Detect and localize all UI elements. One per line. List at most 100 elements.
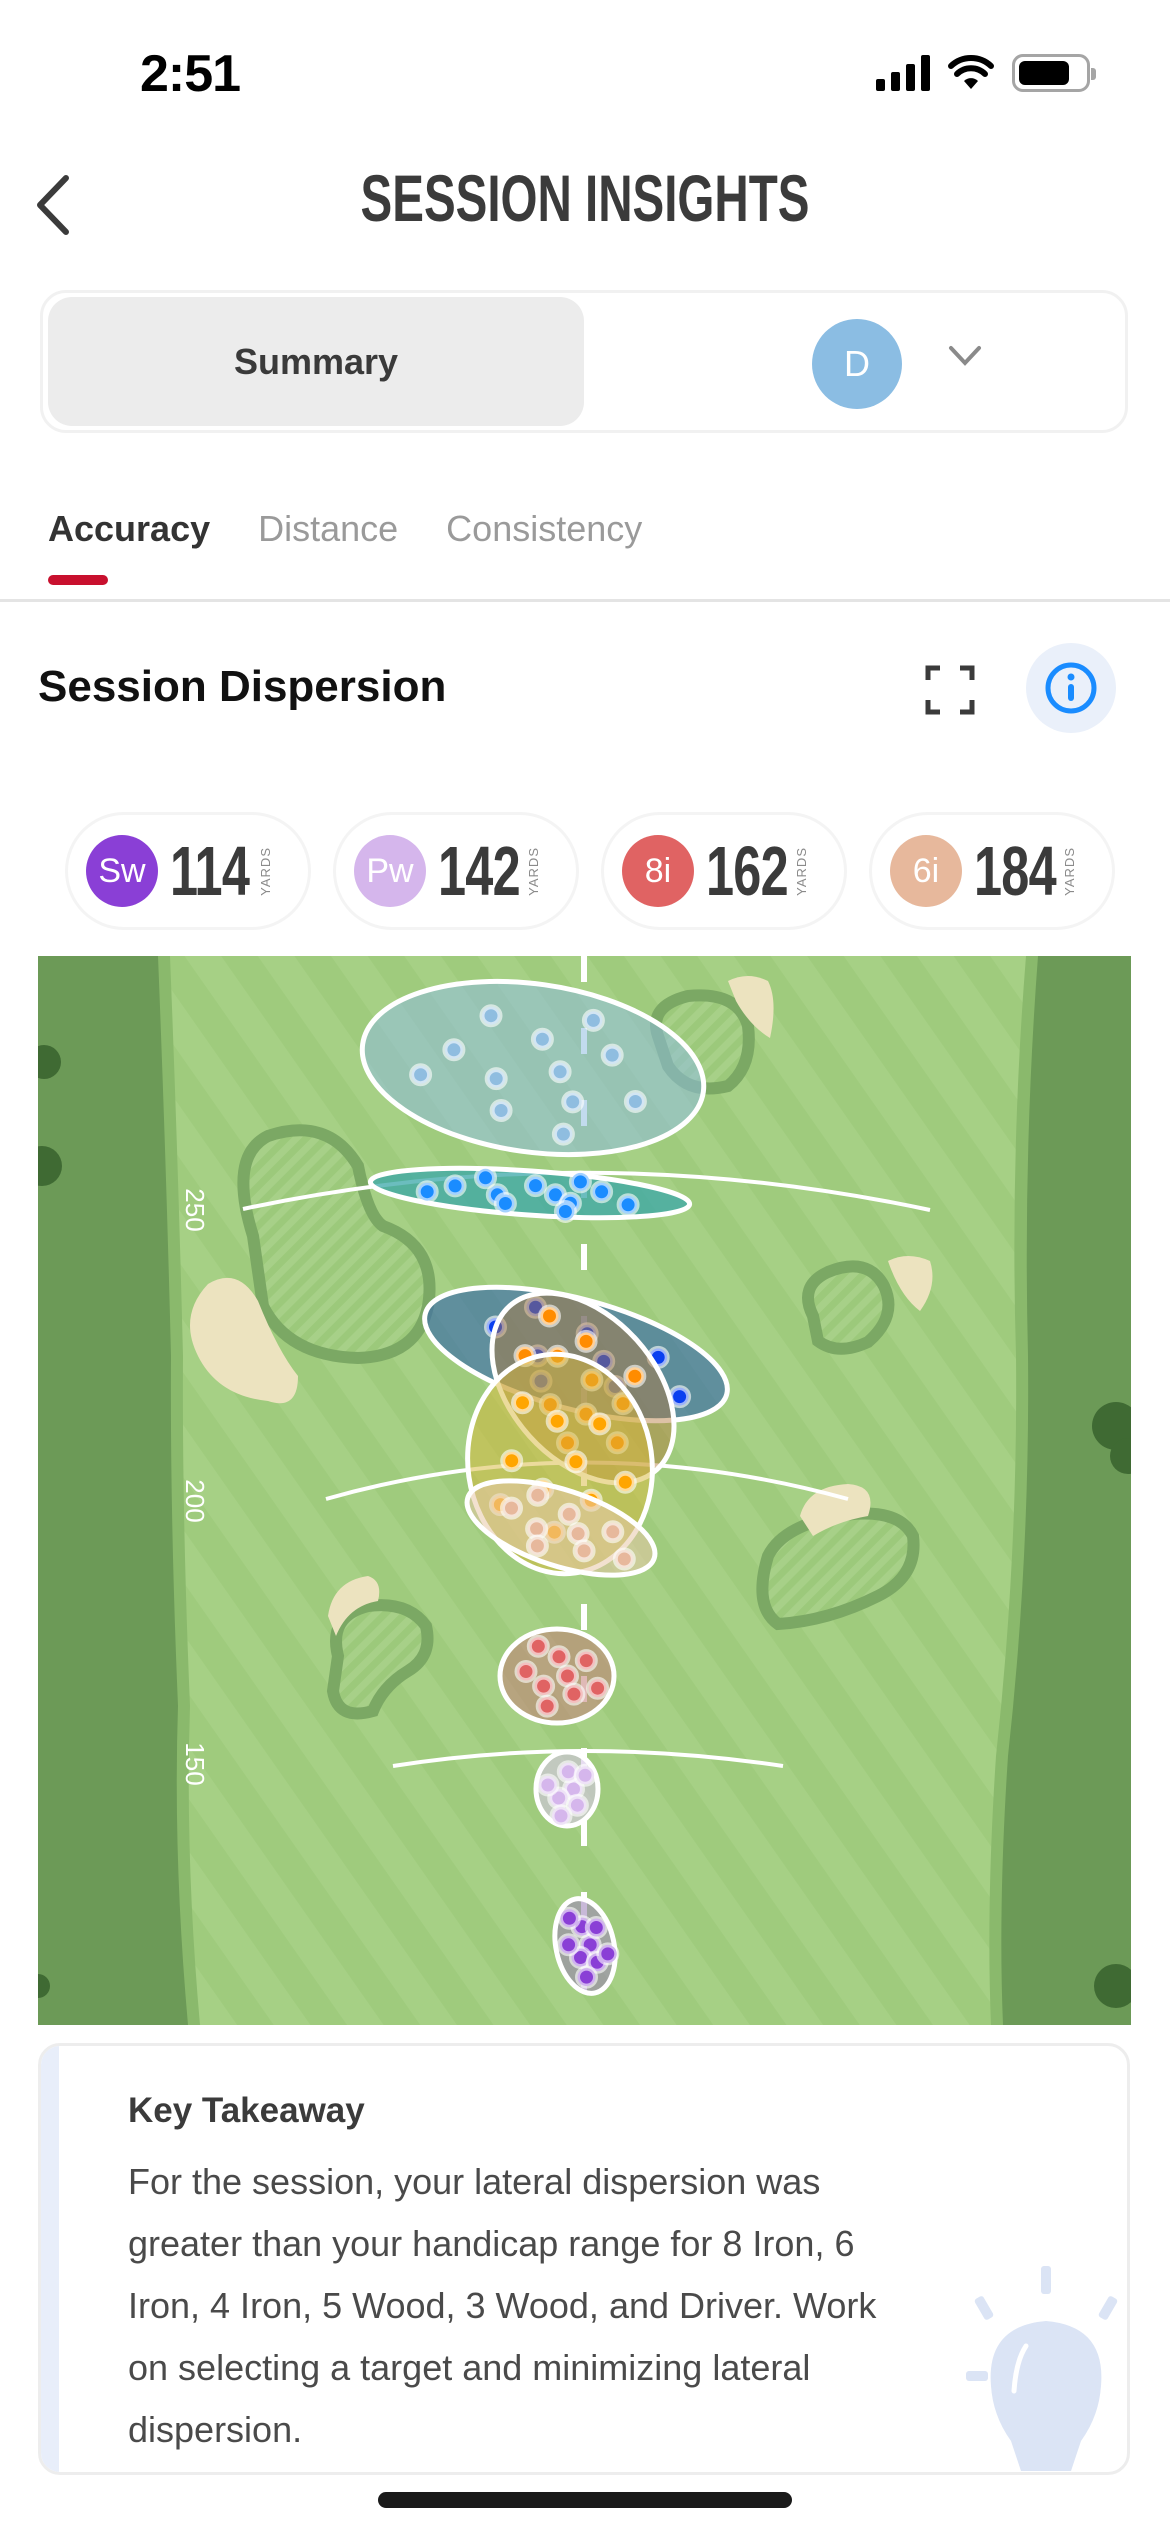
shot-dot <box>584 1916 608 1939</box>
shot-dot <box>596 1942 620 1966</box>
club-chip[interactable]: Pw 142 YARDS <box>336 815 576 927</box>
club-distance: 142 <box>438 832 521 910</box>
club-badge: 6i <box>890 835 962 907</box>
shot-dot <box>500 1496 523 1520</box>
club-distance-unit: YARDS <box>1062 846 1077 896</box>
club-badge: Sw <box>86 835 158 907</box>
selected-club-avatar[interactable]: D <box>812 319 902 409</box>
shot-dot <box>484 1067 508 1091</box>
shot-dot <box>574 1649 598 1673</box>
info-button[interactable] <box>1026 643 1116 733</box>
shot-dot <box>415 1180 439 1204</box>
distance-marker-200: 200 <box>180 1479 210 1522</box>
shot-dot <box>572 1539 596 1563</box>
club-chip[interactable]: 8i 162 YARDS <box>604 815 844 927</box>
shot-dot <box>524 1174 547 1198</box>
shot-dot <box>514 1660 538 1683</box>
info-icon <box>1045 662 1097 714</box>
shot-dot <box>535 1694 559 1718</box>
shot-dot <box>474 1166 497 1190</box>
club-chip[interactable]: 6i 184 YARDS <box>872 815 1112 927</box>
distance-marker-150: 150 <box>180 1742 210 1785</box>
back-button[interactable] <box>22 170 82 240</box>
summary-segment[interactable]: Summary <box>48 297 584 426</box>
shot-dot <box>489 1099 513 1122</box>
shot-dot <box>616 1193 640 1217</box>
lightbulb-icon <box>966 2266 1118 2471</box>
shot-dot <box>586 1676 610 1700</box>
tab-consistency[interactable]: Consistency <box>446 508 642 550</box>
shot-dot <box>588 1412 612 1436</box>
club-distance: 184 <box>974 832 1057 910</box>
shot-dot <box>623 1364 647 1388</box>
view-selector: Summary D <box>40 290 1128 433</box>
club-dropdown-button[interactable] <box>948 345 982 372</box>
shot-dot <box>530 1027 554 1051</box>
shot-dot <box>493 1192 517 1215</box>
shot-dot <box>532 1674 556 1698</box>
status-time: 2:51 <box>140 45 241 103</box>
chevron-down-icon <box>949 346 981 366</box>
shot-dot <box>549 1804 573 1828</box>
shot-dot <box>443 1174 467 1198</box>
shot-dot <box>545 1409 569 1433</box>
shot-dot <box>562 1682 586 1706</box>
club-badge: 8i <box>622 835 694 907</box>
shot-dot <box>568 1170 592 1194</box>
shot-dot <box>526 1483 550 1507</box>
club-chips: Sw 114 YARDS Pw 142 YARDS 8i 162 YARDS 6… <box>68 815 1112 927</box>
shot-dot <box>511 1391 534 1415</box>
club-distance: 162 <box>706 832 789 910</box>
shot-dot <box>613 1470 637 1494</box>
shot-dot <box>581 1008 605 1032</box>
shot-dot <box>551 1122 575 1146</box>
shot-dot <box>538 1304 561 1328</box>
shot-dot <box>409 1063 433 1087</box>
club-distance: 114 <box>170 832 250 910</box>
shot-dot <box>556 1664 579 1688</box>
shot-dot <box>557 1502 581 1526</box>
dispersion-group-Pw <box>533 1749 601 1829</box>
shot-dot <box>479 1004 503 1028</box>
tab-accuracy[interactable]: Accuracy <box>48 508 210 550</box>
shot-dot <box>557 1933 581 1957</box>
battery-icon <box>1012 54 1096 92</box>
expand-button[interactable] <box>920 660 980 720</box>
expand-icon <box>925 665 975 715</box>
shot-dot <box>536 1773 560 1797</box>
section-title: Session Dispersion <box>38 662 447 711</box>
home-indicator <box>378 2492 792 2508</box>
takeaway-body: For the session, your lateral dispersion… <box>128 2161 877 2450</box>
tabs-divider <box>0 599 1170 602</box>
shot-dot <box>574 1329 598 1353</box>
wifi-icon <box>948 55 994 89</box>
shot-dot <box>564 1450 588 1474</box>
shot-dot <box>553 1200 577 1223</box>
club-distance-unit: YARDS <box>794 846 809 896</box>
shot-dot <box>526 1634 550 1658</box>
dispersion-map-canvas: 250 200 150 <box>38 956 1131 2025</box>
shot-dot <box>547 1645 571 1669</box>
insight-tabs: Accuracy Distance Consistency <box>48 508 642 550</box>
shot-dot <box>561 1090 585 1114</box>
shot-dot <box>573 1763 597 1787</box>
active-tab-indicator <box>48 575 108 585</box>
shot-dot <box>612 1547 636 1571</box>
shot-dot <box>500 1449 524 1473</box>
takeaway-accent-bar <box>41 2046 59 2472</box>
club-badge: Pw <box>354 835 426 907</box>
shot-dot <box>557 1906 581 1930</box>
club-distance-unit: YARDS <box>526 846 541 896</box>
tab-distance[interactable]: Distance <box>258 508 398 550</box>
distance-marker-250: 250 <box>180 1188 210 1231</box>
dispersion-map[interactable]: 250 200 150 <box>38 956 1131 2025</box>
shot-dot <box>601 1520 625 1544</box>
key-takeaway-card: Key Takeaway For the session, your later… <box>38 2043 1130 2475</box>
shot-dot <box>600 1043 624 1067</box>
chevron-left-icon <box>37 175 69 235</box>
shot-dot <box>590 1180 614 1204</box>
status-icons <box>876 54 1096 92</box>
shot-dot <box>442 1038 466 1062</box>
shot-dot <box>525 1534 549 1558</box>
club-chip[interactable]: Sw 114 YARDS <box>68 815 308 927</box>
